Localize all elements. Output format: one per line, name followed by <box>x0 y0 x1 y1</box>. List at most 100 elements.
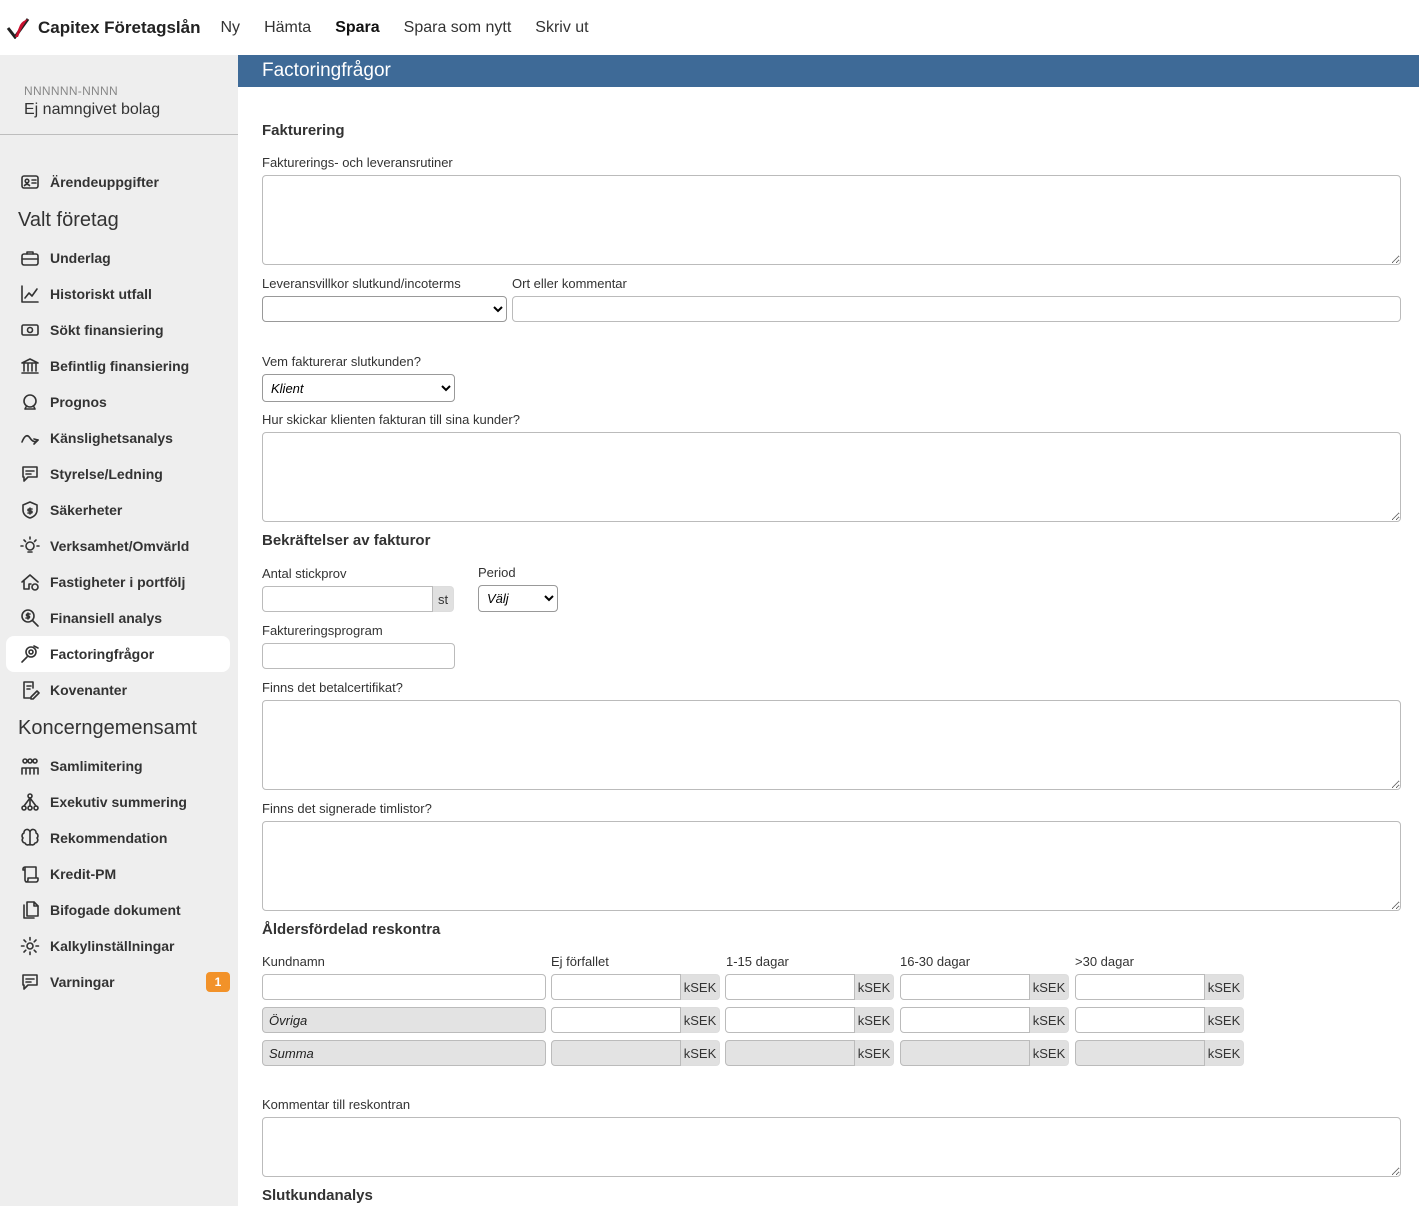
company-id: NNNNNN-NNNN <box>24 84 118 98</box>
section-fakturering: Fakturering <box>262 122 345 139</box>
main-content: Factoringfrågor Fakturering Fakturerings… <box>238 55 1419 1206</box>
row1-ej-forfallet-input[interactable] <box>551 974 681 1000</box>
row2-1-15-input[interactable] <box>725 1007 855 1033</box>
top-navigation: Capitex Företagslån Ny Hämta Spara Spara… <box>0 0 1419 55</box>
ort-input[interactable] <box>512 296 1401 322</box>
lightbulb-icon <box>18 534 42 558</box>
brand[interactable]: Capitex Företagslån <box>6 17 221 39</box>
row1-16-30-input[interactable] <box>900 974 1030 1000</box>
antal-input[interactable] <box>262 586 433 612</box>
sidebar-item-prognos[interactable]: Prognos <box>6 384 230 420</box>
nav-spara-som-nytt[interactable]: Spara som nytt <box>404 19 512 37</box>
row2-over30-unit: kSEK <box>1205 1007 1244 1033</box>
warnings-count-badge: 1 <box>206 972 230 992</box>
sidebar-item-samlimitering[interactable]: Samlimitering <box>6 748 230 784</box>
sum-16-30-unit: kSEK <box>1030 1040 1069 1066</box>
row1-ej-forfallet-unit: kSEK <box>681 974 720 1000</box>
chat-icon <box>18 462 42 486</box>
timlistor-textarea[interactable] <box>262 821 1401 911</box>
sidebar-item-arendeuppgifter[interactable]: Ärendeuppgifter <box>6 164 230 200</box>
section-slutkundanalys: Slutkundanalys <box>262 1187 373 1204</box>
row1-over30-input[interactable] <box>1075 974 1205 1000</box>
sidebar-item-sakerheter[interactable]: Säkerheter <box>6 492 230 528</box>
row2-16-30-input[interactable] <box>900 1007 1030 1033</box>
sidebar-item-sokt-finansiering[interactable]: Sökt finansiering <box>6 312 230 348</box>
sidebar-item-fastigheter[interactable]: Fastigheter i portfölj <box>6 564 230 600</box>
col-1-15-dagar: 1-15 dagar <box>726 954 789 969</box>
vem-label: Vem fakturerar slutkunden? <box>262 354 421 369</box>
col-over-30-dagar: >30 dagar <box>1075 954 1134 969</box>
betalcert-textarea[interactable] <box>262 700 1401 790</box>
nav-spara[interactable]: Spara <box>335 19 379 37</box>
row1-16-30-unit: kSEK <box>1030 974 1069 1000</box>
sidebar-item-kredit-pm[interactable]: Kredit-PM <box>6 856 230 892</box>
nav-skriv-ut[interactable]: Skriv ut <box>535 19 588 37</box>
period-select[interactable]: Välj <box>478 585 558 612</box>
capitex-logo-icon <box>6 17 30 39</box>
hur-label: Hur skickar klienten fakturan till sina … <box>262 412 520 427</box>
sidebar-item-kovenanter[interactable]: Kovenanter <box>6 672 230 708</box>
page-title: Factoringfrågor <box>238 55 1419 87</box>
col-kundnamn: Kundnamn <box>262 954 325 969</box>
sum-over30 <box>1075 1040 1205 1066</box>
crystal-ball-icon <box>18 390 42 414</box>
sensitivity-icon <box>18 426 42 450</box>
row2-1-15-unit: kSEK <box>855 1007 894 1033</box>
sidebar-item-factoringfragor[interactable]: Factoringfrågor <box>6 636 230 672</box>
house-icon <box>18 570 42 594</box>
kundnamn-input[interactable] <box>262 974 546 1000</box>
sidebar-item-kalkylinstallningar[interactable]: Kalkylinställningar <box>6 928 230 964</box>
sum-16-30 <box>900 1040 1030 1066</box>
sidebar-item-bifogade-dokument[interactable]: Bifogade dokument <box>6 892 230 928</box>
leveransvillkor-select[interactable] <box>262 296 507 322</box>
nav-hamta[interactable]: Hämta <box>264 19 311 37</box>
scroll-icon <box>18 862 42 886</box>
sidebar-item-exekutiv-summering[interactable]: Exekutiv summering <box>6 784 230 820</box>
vem-select[interactable]: Klient <box>262 374 455 402</box>
hur-textarea[interactable] <box>262 432 1401 522</box>
sidebar: NNNNNN-NNNN Ej namngivet bolag Ärendeupp… <box>0 55 238 1206</box>
gear-icon <box>18 934 42 958</box>
rutiner-textarea[interactable] <box>262 175 1401 265</box>
sidebar-item-varningar[interactable]: Varningar 1 <box>6 964 230 1000</box>
kommentar-textarea[interactable] <box>262 1117 1401 1177</box>
kommentar-label: Kommentar till reskontran <box>262 1097 411 1112</box>
group-icon <box>18 754 42 778</box>
sidebar-item-underlag[interactable]: Underlag <box>6 240 230 276</box>
shield-dollar-icon <box>18 498 42 522</box>
row2-over30-input[interactable] <box>1075 1007 1205 1033</box>
sum-1-15 <box>725 1040 855 1066</box>
alert-message-icon <box>18 970 42 994</box>
row1-over30-unit: kSEK <box>1205 974 1244 1000</box>
section-koncerngemensamt: Koncerngemensamt <box>18 716 197 739</box>
antal-suffix: st <box>433 586 454 612</box>
hierarchy-icon <box>18 790 42 814</box>
sidebar-item-styrelse-ledning[interactable]: Styrelse/Ledning <box>6 456 230 492</box>
contract-pen-icon <box>18 678 42 702</box>
sum-ej-forfallet <box>551 1040 681 1066</box>
program-input[interactable] <box>262 643 455 669</box>
brand-name: Capitex Företagslån <box>38 17 201 37</box>
sum-over30-unit: kSEK <box>1205 1040 1244 1066</box>
row2-ej-forfallet-unit: kSEK <box>681 1007 720 1033</box>
sidebar-item-historiskt-utfall[interactable]: Historiskt utfall <box>6 276 230 312</box>
id-card-icon <box>18 170 42 194</box>
row2-ej-forfallet-input[interactable] <box>551 1007 681 1033</box>
sidebar-item-verksamhet-omvarld[interactable]: Verksamhet/Omvärld <box>6 528 230 564</box>
brain-icon <box>18 826 42 850</box>
row1-1-15-input[interactable] <box>725 974 855 1000</box>
sum-1-15-unit: kSEK <box>855 1040 894 1066</box>
sidebar-item-finansiell-analys[interactable]: Finansiell analys <box>6 600 230 636</box>
leveransvillkor-label: Leveransvillkor slutkund/incoterms <box>262 276 461 291</box>
nav-ny[interactable]: Ny <box>221 19 241 37</box>
antal-label: Antal stickprov <box>262 566 347 581</box>
sidebar-item-rekommendation[interactable]: Rekommendation <box>6 820 230 856</box>
company-name: Ej namngivet bolag <box>24 101 161 118</box>
timlistor-label: Finns det signerade timlistor? <box>262 801 432 816</box>
section-reskontra: Åldersfördelad reskontra <box>262 921 441 938</box>
betalcert-label: Finns det betalcertifikat? <box>262 680 403 695</box>
sidebar-item-kanslighetsanalys[interactable]: Känslighetsanalys <box>6 420 230 456</box>
sidebar-item-befintlig-finansiering[interactable]: Befintlig finansiering <box>6 348 230 384</box>
magnifier-dollar-icon <box>18 606 42 630</box>
documents-icon <box>18 898 42 922</box>
